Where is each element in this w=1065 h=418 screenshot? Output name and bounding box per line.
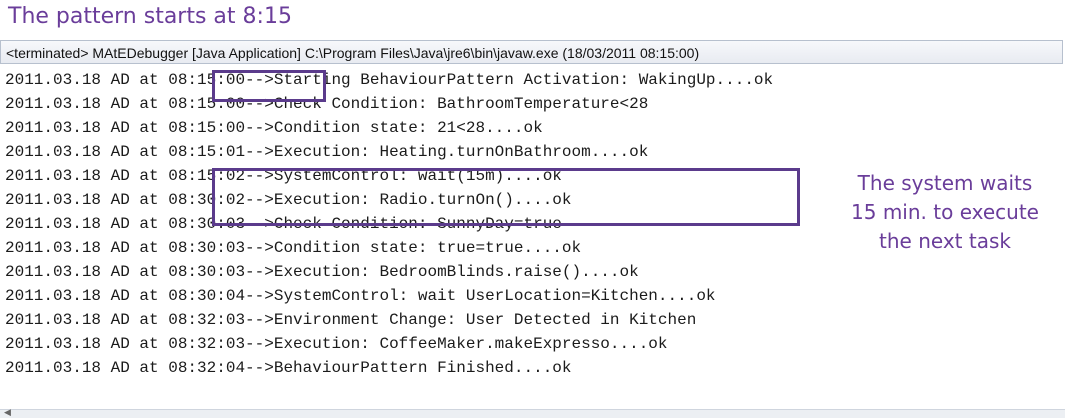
log-line: 2011.03.18 AD at 08:15:01-->Execution: H… — [5, 143, 649, 161]
annotation-top: The pattern starts at 8:15 — [8, 4, 292, 29]
log-line: 2011.03.18 AD at 08:30:03-->Execution: B… — [5, 263, 639, 281]
log-line: 2011.03.18 AD at 08:32:04-->BehaviourPat… — [5, 359, 572, 377]
scroll-left-arrow-icon[interactable]: ◀ — [4, 407, 11, 418]
highlight-start-time — [212, 70, 326, 102]
annotation-right-line: 15 min. to execute — [851, 200, 1039, 224]
log-line: 2011.03.18 AD at 08:15:00-->Starting Beh… — [5, 71, 774, 89]
log-line: 2011.03.18 AD at 08:32:03-->Execution: C… — [5, 335, 668, 353]
console-header: <terminated> MAtEDebugger [Java Applicat… — [0, 40, 1063, 64]
log-line: 2011.03.18 AD at 08:32:03-->Environment … — [5, 311, 697, 329]
annotation-right-line: the next task — [879, 229, 1011, 253]
highlight-wait-period — [212, 168, 800, 226]
annotation-right-line: The system waits — [857, 171, 1033, 195]
annotation-right: The system waits 15 min. to execute the … — [825, 169, 1065, 256]
log-line: 2011.03.18 AD at 08:15:00-->Check Condit… — [5, 95, 649, 113]
log-line: 2011.03.18 AD at 08:15:00-->Condition st… — [5, 119, 543, 137]
log-line: 2011.03.18 AD at 08:30:04-->SystemContro… — [5, 287, 716, 305]
horizontal-scrollbar[interactable]: ◀ — [0, 407, 1065, 418]
